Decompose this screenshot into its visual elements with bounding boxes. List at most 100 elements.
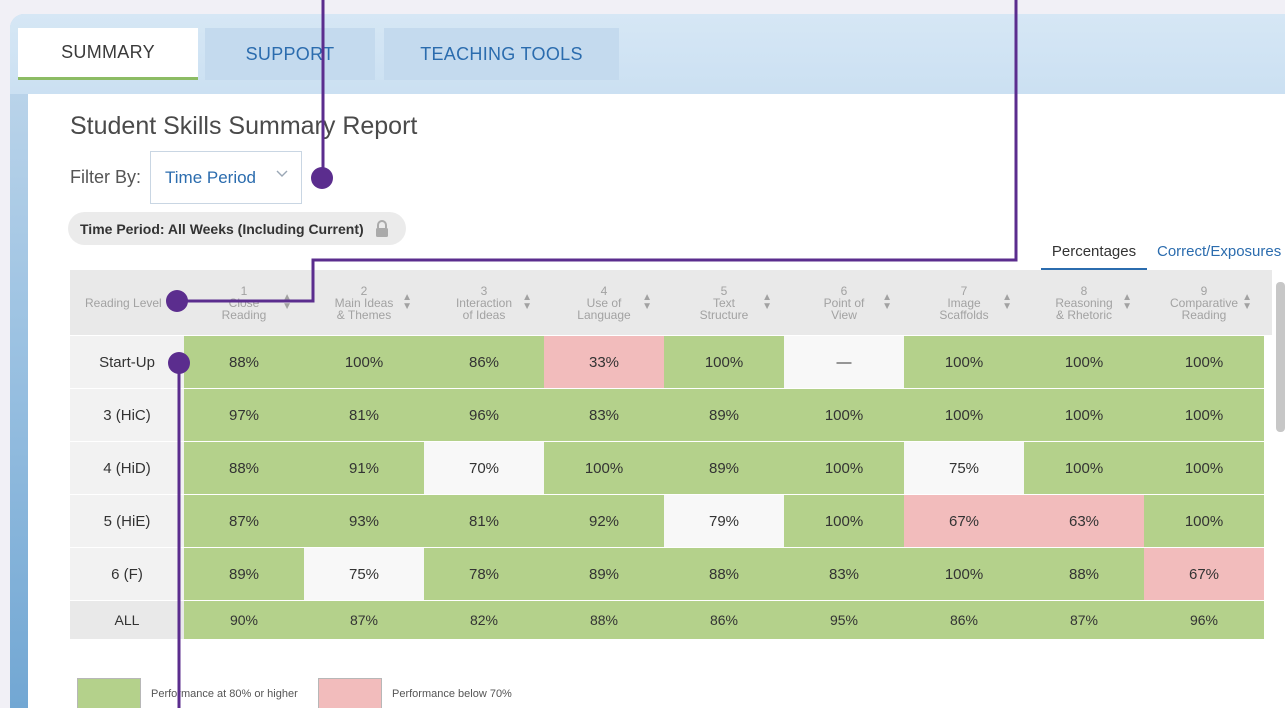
legend-swatch-green bbox=[77, 678, 141, 708]
table-cell: 82% bbox=[424, 601, 544, 639]
legend-label-pink: Performance below 70% bbox=[392, 688, 512, 700]
header-skill-line2: Structure bbox=[699, 307, 749, 322]
header-skill-line2: Reading bbox=[1181, 307, 1227, 322]
header-reading-level[interactable]: Reading Level bbox=[70, 270, 184, 335]
sort-icon[interactable]: ▲ ▼ bbox=[522, 293, 532, 312]
row-reading-level: 3 (HiC) bbox=[70, 389, 184, 441]
lock-icon bbox=[374, 220, 390, 238]
tab-summary[interactable]: SUMMARY bbox=[18, 28, 198, 80]
row-reading-level: 4 (HiD) bbox=[70, 442, 184, 494]
table-cell: 100% bbox=[904, 389, 1024, 441]
table-cell: 100% bbox=[1144, 336, 1264, 388]
header-skill-line2: of Ideas bbox=[462, 307, 506, 322]
toggle-percentages[interactable]: Percentages bbox=[1041, 243, 1147, 270]
header-skill-4[interactable]: 4 Use of Language ▲ ▼ bbox=[544, 270, 664, 335]
table-cell: 83% bbox=[784, 548, 904, 600]
table-cell: 79% bbox=[664, 495, 784, 547]
header-skill-line2: Language bbox=[577, 307, 631, 322]
sort-icon[interactable]: ▲ ▼ bbox=[1242, 293, 1252, 312]
table-cell: 88% bbox=[544, 601, 664, 639]
header-skill-line2: View bbox=[831, 307, 857, 322]
header-skill-6[interactable]: 6 Point of View ▲ ▼ bbox=[784, 270, 904, 335]
sort-icon[interactable]: ▲ ▼ bbox=[1002, 293, 1012, 312]
header-skill-num: 6 bbox=[840, 283, 848, 298]
table-cell: 100% bbox=[904, 336, 1024, 388]
table-row: 5 (HiE) 87% 93% 81% 92% 79% 100% 67% 63% 100% bbox=[70, 495, 1272, 547]
sort-icon[interactable]: ▲ ▼ bbox=[402, 293, 412, 312]
legend-label-green: Performance at 80% or higher bbox=[151, 688, 298, 700]
chip-text: Time Period: All Weeks (Including Curren… bbox=[80, 220, 364, 237]
header-skill-line2: & Themes bbox=[336, 307, 392, 322]
header-skill-8[interactable]: 8 Reasoning & Rhetoric ▲ ▼ bbox=[1024, 270, 1144, 335]
toggle-correct-exposures[interactable]: Correct/Exposures bbox=[1157, 243, 1281, 260]
header-skill-num: 7 bbox=[960, 283, 968, 298]
table-row: 3 (HiC) 97% 81% 96% 83% 89% 100% 100% 100% 100% bbox=[70, 389, 1272, 441]
table-cell: 96% bbox=[424, 389, 544, 441]
table-cell: 86% bbox=[904, 601, 1024, 639]
table-cell: 100% bbox=[784, 495, 904, 547]
table-cell: 89% bbox=[664, 442, 784, 494]
sort-icon[interactable]: ▲ ▼ bbox=[882, 293, 892, 312]
table-cell: 87% bbox=[184, 495, 304, 547]
table-cell: 100% bbox=[664, 336, 784, 388]
header-skill-line1: Text bbox=[712, 295, 735, 310]
header-skill-9[interactable]: 9 Comparative Reading ▲ ▼ bbox=[1144, 270, 1264, 335]
header-skill-line1: Main Ideas bbox=[334, 295, 394, 310]
header-skill-line1: Comparative bbox=[1169, 295, 1239, 310]
table-cell: 88% bbox=[664, 548, 784, 600]
table-cell: 92% bbox=[544, 495, 664, 547]
table-cell: 90% bbox=[184, 601, 304, 639]
dropdown-value: Time Period bbox=[165, 167, 257, 187]
header-skill-num: 4 bbox=[600, 283, 608, 298]
table-cell: 67% bbox=[1144, 548, 1264, 600]
header-skill-line1: Interaction bbox=[455, 295, 513, 310]
header-skill-line1: Close bbox=[228, 295, 260, 310]
table-cell: 100% bbox=[904, 548, 1024, 600]
header-skill-7[interactable]: 7 Image Scaffolds ▲ ▼ bbox=[904, 270, 1024, 335]
table-body: Start-Up 88% 100% 86% 33% 100% —100% 100% 100% 3 … bbox=[70, 336, 1272, 639]
table-cell: 88% bbox=[1024, 548, 1144, 600]
table-cell: 86% bbox=[424, 336, 544, 388]
table-cell: 100% bbox=[544, 442, 664, 494]
table-row: 6 (F) 89% 75% 78% 89% 88% 83% 100% 88% 67% bbox=[70, 548, 1272, 600]
sort-icon[interactable]: ▲ ▼ bbox=[762, 293, 772, 312]
table-cell: 100% bbox=[784, 389, 904, 441]
header-skill-1[interactable]: 1 Close Reading ▲ ▼ bbox=[184, 270, 304, 335]
tab-support[interactable]: SUPPORT bbox=[205, 28, 375, 80]
tab-teaching-tools[interactable]: TEACHING TOOLS bbox=[384, 28, 619, 80]
header-skill-line1: Use of bbox=[586, 295, 622, 310]
sort-icon[interactable]: ▲ ▼ bbox=[642, 293, 652, 312]
row-reading-level: 6 (F) bbox=[70, 548, 184, 600]
skills-table: Reading Level 1 Close Reading ▲ ▼ 2 Main Ideas… bbox=[70, 270, 1272, 639]
legend-swatch-pink bbox=[318, 678, 382, 708]
header-skill-line1: Reasoning bbox=[1055, 295, 1113, 310]
header-skill-line2: Scaffolds bbox=[939, 307, 989, 322]
table-cell: 86% bbox=[664, 601, 784, 639]
table-cell: 100% bbox=[1024, 389, 1144, 441]
header-skill-line2: Reading bbox=[221, 307, 267, 322]
table-cell: 89% bbox=[184, 548, 304, 600]
table-cell: 70% bbox=[424, 442, 544, 494]
table-cell: 89% bbox=[664, 389, 784, 441]
header-skill-2[interactable]: 2 Main Ideas & Themes ▲ ▼ bbox=[304, 270, 424, 335]
table-cell: 87% bbox=[1024, 601, 1144, 639]
row-reading-level: Start-Up bbox=[70, 336, 184, 388]
table-cell: 33% bbox=[544, 336, 664, 388]
table-cell: 100% bbox=[784, 442, 904, 494]
header-skill-5[interactable]: 5 Text Structure ▲ ▼ bbox=[664, 270, 784, 335]
table-cell: 89% bbox=[544, 548, 664, 600]
scrollbar[interactable] bbox=[1276, 282, 1285, 432]
table-cell: 81% bbox=[304, 389, 424, 441]
header-skill-3[interactable]: 3 Interaction of Ideas ▲ ▼ bbox=[424, 270, 544, 335]
table-cell: 67% bbox=[904, 495, 1024, 547]
time-period-dropdown[interactable]: Time Period bbox=[150, 151, 302, 204]
table-cell: 96% bbox=[1144, 601, 1264, 639]
table-cell: 100% bbox=[1024, 336, 1144, 388]
legend-pink: Performance below 70% bbox=[318, 678, 512, 708]
table-cell: 100% bbox=[1024, 442, 1144, 494]
sort-icon[interactable]: ▲ ▼ bbox=[1122, 293, 1132, 312]
sort-icon[interactable]: ▲ ▼ bbox=[282, 293, 292, 312]
table-cell: 81% bbox=[424, 495, 544, 547]
header-skill-line2: & Rhetoric bbox=[1055, 307, 1113, 322]
table-cell: 63% bbox=[1024, 495, 1144, 547]
